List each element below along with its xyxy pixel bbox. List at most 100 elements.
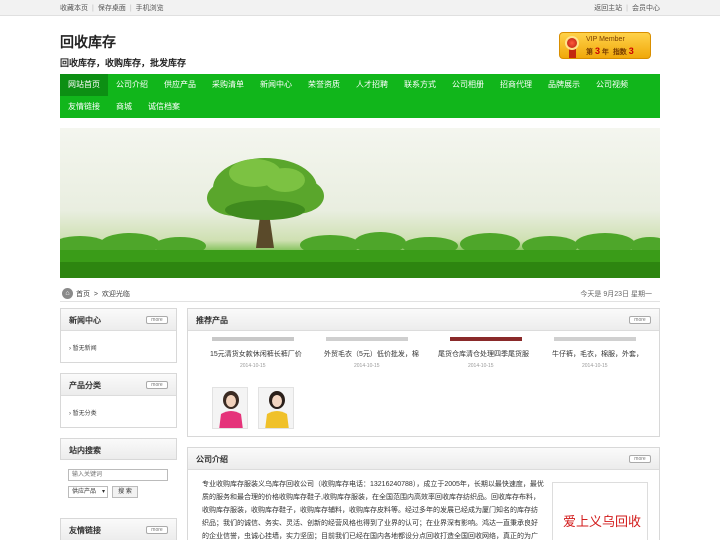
top-bar: 收藏本页 | 保存桌面 | 手机浏览 返回主站 | 会员中心 xyxy=(0,0,720,16)
category-more-button[interactable]: more xyxy=(146,381,168,389)
tree-meadow-illustration xyxy=(60,158,660,278)
product-photo[interactable] xyxy=(212,387,248,429)
banner-image xyxy=(60,128,660,278)
breadcrumb-separator: > xyxy=(93,291,98,298)
product-date: 2014-10-15 xyxy=(354,363,380,369)
current-date: 今天是 9月23日 星期一 xyxy=(580,291,652,298)
product-date: 2014-10-15 xyxy=(582,363,608,369)
nav-item-news[interactable]: 新闻中心 xyxy=(252,74,300,96)
divider xyxy=(60,301,660,302)
vip-index-value: 3 xyxy=(628,46,634,56)
main-nav: 网站首页 公司介绍 供应产品 采购清单 新闻中心 荣誉资质 人才招聘 联系方式 … xyxy=(60,74,660,118)
search-type-select[interactable]: 供应产品 ▾ xyxy=(68,486,108,498)
divider: | xyxy=(92,5,94,12)
search-box-header: 站内搜索 xyxy=(60,438,177,460)
top-bar-left-links: 收藏本页 | 保存桌面 | 手机浏览 xyxy=(60,3,164,13)
medal-ribbon xyxy=(569,49,576,58)
product-image[interactable] xyxy=(554,337,636,341)
nav-item-credit[interactable]: 诚信档案 xyxy=(140,96,188,118)
news-more-button[interactable]: more xyxy=(146,316,168,324)
about-text: 专业收购库存服装义乌库存回收公司（收购库存电话：13216240788），成立于… xyxy=(202,481,544,540)
category-box: 产品分类 more › 暂无分类 xyxy=(60,373,177,428)
breadcrumb-current: 欢迎光临 xyxy=(101,291,130,298)
news-box: 新闻中心 more › 暂无新闻 xyxy=(60,308,177,363)
news-box-header: 新闻中心 more xyxy=(61,309,176,331)
divider: | xyxy=(626,5,628,12)
search-type-value: 供应产品 xyxy=(72,489,97,495)
divider: | xyxy=(129,5,132,12)
vip-level-number: 3 xyxy=(594,46,600,56)
product-date: 2014-10-15 xyxy=(240,363,266,369)
chevron-down-icon: ▾ xyxy=(101,489,105,495)
news-box-title: 新闻中心 xyxy=(69,316,101,325)
about-box: 公司介绍 more 专业收购库存服装义乌库存回收公司（收购库存电话：132162… xyxy=(187,447,660,540)
vip-level-suffix: 年 xyxy=(601,49,609,56)
product-image[interactable] xyxy=(450,337,522,341)
nav-item-purchase[interactable]: 采购清单 xyxy=(204,74,252,96)
vip-member-badge: VIP Member 第 3 年 指数 3 xyxy=(559,32,651,59)
nav-item-supply[interactable]: 供应产品 xyxy=(156,74,204,96)
list-item: › 暂无新闻 xyxy=(69,343,97,352)
nav-item-contact[interactable]: 联系方式 xyxy=(396,74,444,96)
brand-header: 回收库存 回收库存，收购库存，批发库存 xyxy=(60,32,186,69)
product-photo[interactable] xyxy=(258,387,294,429)
breadcrumb-home-link[interactable]: 首页 xyxy=(76,291,90,298)
nav-item-mall[interactable]: 商城 xyxy=(108,96,140,118)
nav-item-jobs[interactable]: 人才招聘 xyxy=(348,74,396,96)
products-box-title: 推荐产品 xyxy=(196,316,228,325)
company-title: 回收库存 xyxy=(60,34,116,50)
product-name[interactable]: 外贸毛衣（5元）低价批发，棉 xyxy=(324,349,419,359)
product-name[interactable]: 牛仔裤，毛衣，棉服，外套， xyxy=(552,349,643,359)
nav-item-video[interactable]: 公司视频 xyxy=(588,74,636,96)
breadcrumb: ⌂ 首页 > 欢迎光临 今天是 9月23日 星期一 xyxy=(60,286,660,302)
product-name[interactable]: 尾货仓库清仓处理四季尾货服 xyxy=(438,349,529,359)
links-more-button[interactable]: more xyxy=(146,526,168,534)
category-box-header: 产品分类 more xyxy=(61,374,176,396)
search-box-title: 站内搜索 xyxy=(69,446,101,455)
bookmark-link[interactable]: 收藏本页 xyxy=(60,5,88,12)
nav-item-home[interactable]: 网站首页 xyxy=(60,74,108,96)
bullet-icon: › xyxy=(69,411,71,417)
links-box-title: 友情链接 xyxy=(69,526,101,535)
mobile-view-link[interactable]: 手机浏览 xyxy=(136,5,164,12)
about-more-button[interactable]: more xyxy=(629,455,651,463)
top-bar-right-links: 返回主站 | 会员中心 xyxy=(594,3,660,13)
about-image: 爱上义乌回收 xyxy=(552,482,648,540)
links-box-header: 友情链接 more xyxy=(61,519,176,540)
list-item: › 暂无分类 xyxy=(69,408,97,417)
products-box: 推荐产品 more 15元清货女款休闲裤长裤厂价 2014-10-15 外贸毛衣… xyxy=(187,308,660,437)
search-input[interactable] xyxy=(68,469,168,481)
company-subtitle: 回收库存，收购库存，批发库存 xyxy=(60,58,187,68)
links-box: 友情链接 more xyxy=(60,518,177,540)
products-more-button[interactable]: more xyxy=(629,316,651,324)
vip-level: 第 3 年 指数 3 xyxy=(586,46,634,57)
news-empty-text: 暂无新闻 xyxy=(72,346,97,352)
about-box-title: 公司介绍 xyxy=(196,455,228,464)
product-name[interactable]: 15元清货女款休闲裤长裤厂价 xyxy=(210,349,302,359)
about-box-header: 公司介绍 more xyxy=(188,448,659,470)
category-box-title: 产品分类 xyxy=(69,381,101,390)
nav-item-about[interactable]: 公司介绍 xyxy=(108,74,156,96)
category-empty-text: 暂无分类 xyxy=(72,411,97,417)
products-box-header: 推荐产品 more xyxy=(188,309,659,331)
product-date: 2014-10-15 xyxy=(468,363,494,369)
member-center-link[interactable]: 会员中心 xyxy=(632,5,660,12)
product-image[interactable] xyxy=(212,337,294,341)
product-image[interactable] xyxy=(326,337,408,341)
breadcrumb-path: 首页 > 欢迎光临 xyxy=(76,289,130,299)
home-icon[interactable]: ⌂ xyxy=(62,288,73,299)
search-button[interactable]: 搜 索 xyxy=(112,486,138,498)
nav-item-album[interactable]: 公司相册 xyxy=(444,74,492,96)
medal-icon xyxy=(565,36,579,50)
bullet-icon: › xyxy=(69,346,71,352)
vip-level-prefix: 第 xyxy=(586,49,593,56)
vip-label: VIP Member xyxy=(586,36,625,43)
nav-item-brands[interactable]: 品牌展示 xyxy=(540,74,588,96)
about-image-caption: 爱上义乌回收 xyxy=(563,515,642,530)
nav-item-honors[interactable]: 荣誉资质 xyxy=(300,74,348,96)
main-site-link[interactable]: 返回主站 xyxy=(594,5,622,12)
vip-index-label: 指数 xyxy=(612,49,627,56)
save-desktop-link[interactable]: 保存桌面 xyxy=(98,5,126,12)
nav-item-links[interactable]: 友情链接 xyxy=(60,96,108,118)
nav-item-agency[interactable]: 招商代理 xyxy=(492,74,540,96)
